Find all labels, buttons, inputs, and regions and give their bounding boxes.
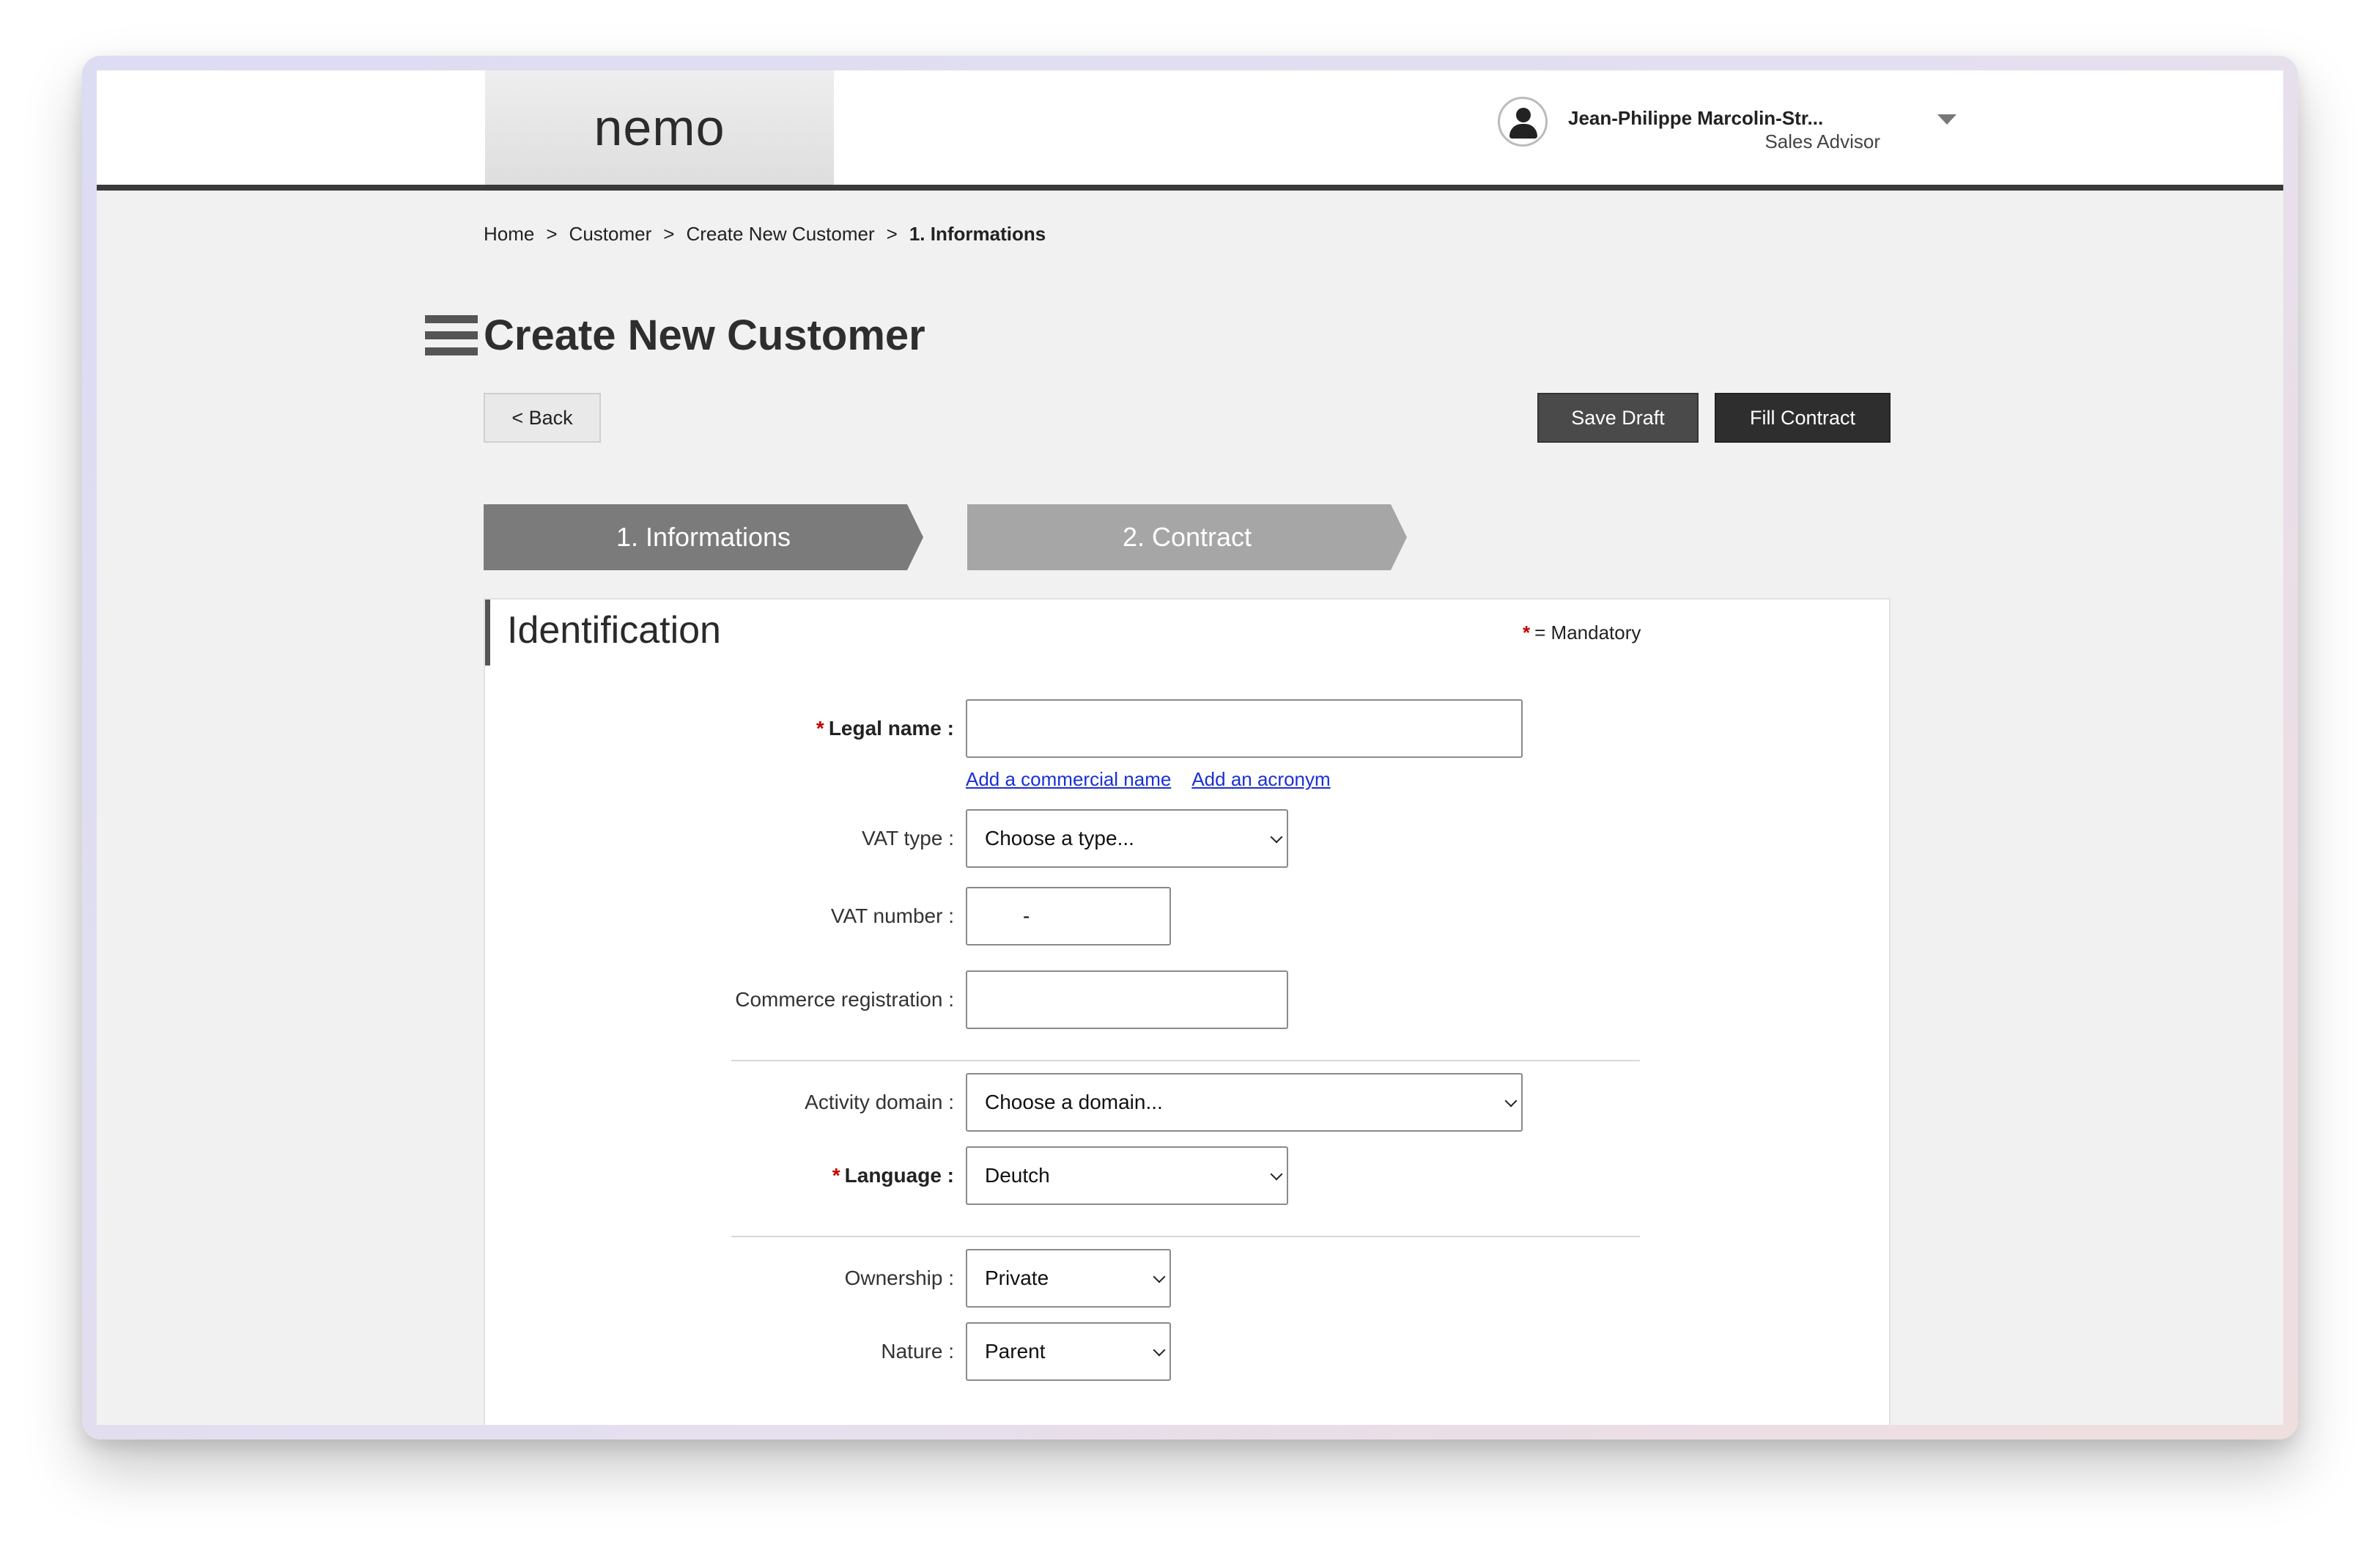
breadcrumb-separator: > bbox=[663, 223, 675, 245]
add-commercial-name-link[interactable]: Add a commercial name bbox=[966, 768, 1171, 790]
app-window: nemo Jean-Philippe Marcolin-Str... Sales… bbox=[97, 70, 2283, 1425]
user-name: Jean-Philippe Marcolin-Str... bbox=[1568, 107, 1824, 129]
ownership-value: Private bbox=[985, 1267, 1049, 1289]
mandatory-note: * = Mandatory bbox=[1523, 622, 1641, 644]
chevron-down-icon bbox=[1270, 830, 1283, 844]
user-menu[interactable]: Jean-Philippe Marcolin-Str... Sales Advi… bbox=[1498, 97, 1967, 158]
vat-number-input[interactable]: - bbox=[966, 887, 1171, 946]
breadcrumb: Home > Customer > Create New Customer >1. Inf… bbox=[484, 223, 1046, 246]
nature-select[interactable]: Parent bbox=[966, 1322, 1171, 1381]
section-accent-bar bbox=[485, 600, 490, 666]
nature-value: Parent bbox=[985, 1340, 1046, 1363]
divider bbox=[731, 1236, 1640, 1237]
breadcrumb-separator: > bbox=[886, 223, 898, 245]
chevron-down-icon bbox=[1504, 1094, 1518, 1107]
vat-type-select[interactable]: Choose a type... bbox=[966, 809, 1288, 868]
chevron-down-icon bbox=[1270, 1168, 1283, 1181]
mandatory-note-text: = Mandatory bbox=[1534, 622, 1641, 644]
breadcrumb-home[interactable]: Home bbox=[484, 223, 534, 246]
commerce-registration-input[interactable] bbox=[966, 970, 1288, 1029]
page-title: Create New Customer bbox=[484, 312, 925, 359]
step-contract[interactable]: 2. Contract bbox=[967, 504, 1407, 570]
activity-domain-value: Choose a domain... bbox=[985, 1091, 1163, 1113]
user-avatar-icon[interactable] bbox=[1498, 97, 1548, 147]
back-button[interactable]: < Back bbox=[484, 393, 601, 443]
step-informations[interactable]: 1. Informations bbox=[484, 504, 923, 570]
top-header: nemo Jean-Philippe Marcolin-Str... Sales… bbox=[97, 70, 2283, 191]
legal-name-label: * Legal name : bbox=[816, 717, 954, 740]
required-asterisk: * bbox=[1523, 622, 1531, 644]
commerce-registration-label: Commerce registration : bbox=[735, 988, 954, 1011]
fill-contract-button[interactable]: Fill Contract bbox=[1715, 393, 1891, 443]
user-role: Sales Advisor bbox=[1764, 130, 1880, 152]
breadcrumb-separator: > bbox=[546, 223, 558, 245]
hamburger-menu-icon[interactable] bbox=[425, 315, 478, 356]
ownership-label: Ownership : bbox=[844, 1267, 954, 1289]
vat-type-value: Choose a type... bbox=[985, 827, 1134, 849]
window-frame: nemo Jean-Philippe Marcolin-Str... Sales… bbox=[82, 56, 2298, 1440]
chevron-down-icon bbox=[1153, 1344, 1166, 1357]
add-name-links: Add a commercial name Add an acronym bbox=[966, 768, 1351, 791]
vat-number-label: VAT number : bbox=[830, 904, 954, 927]
language-label: * Language : bbox=[832, 1164, 954, 1187]
breadcrumb-customer[interactable]: Customer bbox=[569, 223, 652, 246]
activity-domain-label: Activity domain : bbox=[805, 1091, 954, 1113]
legal-name-input[interactable] bbox=[966, 699, 1523, 758]
language-select[interactable]: Deutch bbox=[966, 1146, 1288, 1205]
nature-label: Nature : bbox=[881, 1340, 954, 1363]
identification-panel: Identification * = Mandatory * Legal name … bbox=[484, 598, 1891, 1425]
section-title: Identification bbox=[507, 609, 721, 652]
ownership-select[interactable]: Private bbox=[966, 1249, 1171, 1308]
activity-domain-select[interactable]: Choose a domain... bbox=[966, 1073, 1523, 1132]
divider bbox=[731, 1060, 1640, 1061]
vat-number-value: - bbox=[1023, 904, 1030, 927]
required-asterisk: * bbox=[816, 717, 824, 740]
language-value: Deutch bbox=[985, 1164, 1050, 1187]
save-draft-button[interactable]: Save Draft bbox=[1537, 393, 1699, 443]
breadcrumb-create-new-customer[interactable]: Create New Customer bbox=[686, 223, 874, 246]
required-asterisk: * bbox=[832, 1164, 840, 1187]
vat-type-label: VAT type : bbox=[861, 827, 954, 849]
chevron-down-icon bbox=[1153, 1270, 1166, 1283]
app-logo[interactable]: nemo bbox=[485, 70, 834, 185]
caret-down-icon[interactable] bbox=[1937, 114, 1956, 125]
add-acronym-link[interactable]: Add an acronym bbox=[1191, 768, 1330, 790]
breadcrumb-current: 1. Informations bbox=[909, 223, 1046, 245]
